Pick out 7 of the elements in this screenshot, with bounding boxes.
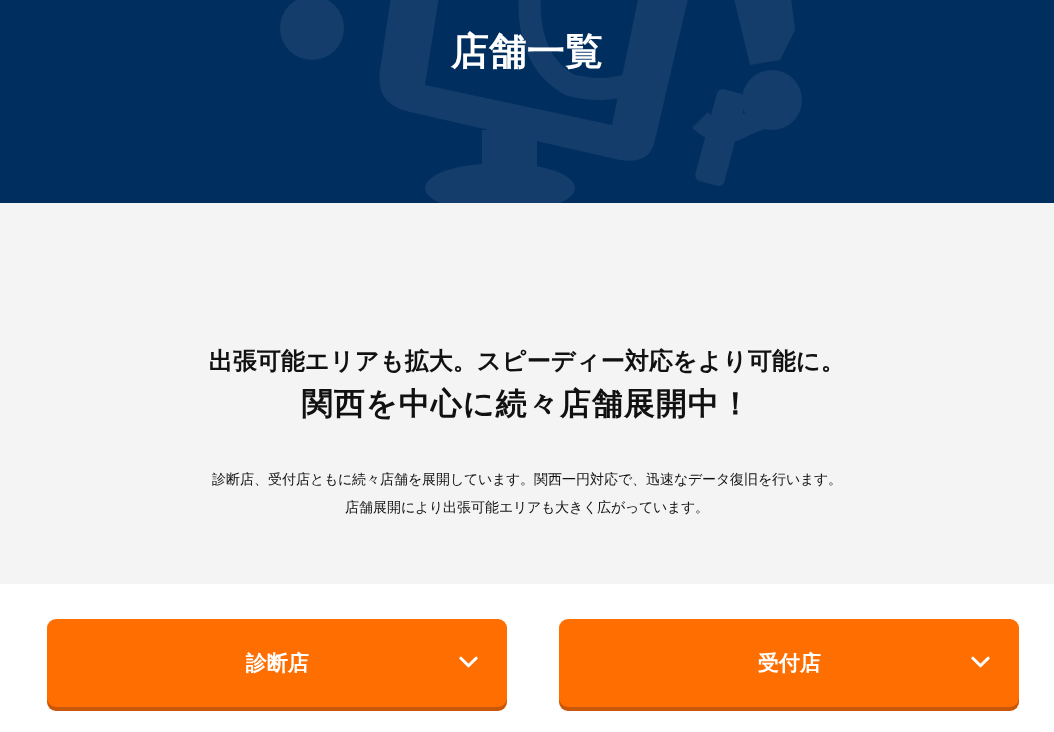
- chevron-down-icon: [459, 656, 478, 668]
- page-title: 店舗一覧: [451, 28, 603, 75]
- chevron-down-icon: [971, 656, 990, 668]
- lead-text: 出張可能エリアも拡大。スピーディー対応をより可能に。: [209, 346, 845, 377]
- intro-paragraph: 診断店、受付店ともに続々店舗を展開しています。関西一円対応で、迅速なデータ復旧を行います。: [212, 471, 842, 489]
- intro-paragraph: 店舗展開により出張可能エリアも大きく広がっています。: [345, 499, 709, 517]
- headline: 関西を中心に続々店舗展開中！: [302, 384, 752, 423]
